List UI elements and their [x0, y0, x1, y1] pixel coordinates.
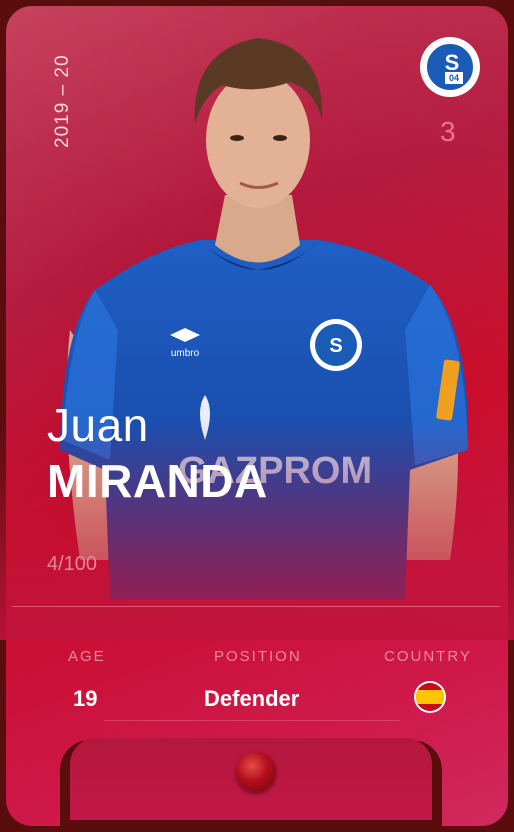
divider-bottom: [104, 720, 400, 721]
player-first-name: Juan: [47, 399, 149, 451]
svg-text:umbro: umbro: [171, 348, 200, 359]
player-last-name: MIRANDA: [47, 455, 268, 507]
position-value: Defender: [204, 686, 300, 711]
spain-flag-icon: [416, 683, 444, 711]
card-serial-number: 4/100: [47, 553, 98, 575]
red-ball-icon[interactable]: [236, 752, 276, 792]
age-value: 19: [73, 686, 98, 711]
season-label: 2019 – 20: [52, 54, 73, 148]
divider: [12, 606, 500, 607]
club-badge-icon[interactable]: S 04: [420, 37, 480, 97]
rarity-rank: 3: [440, 116, 456, 147]
country-label: COUNTRY: [384, 648, 472, 665]
age-label: AGE: [68, 648, 106, 665]
svg-text:S: S: [329, 335, 342, 357]
club-badge-number: 04: [445, 72, 463, 84]
position-label: POSITION: [214, 648, 302, 665]
